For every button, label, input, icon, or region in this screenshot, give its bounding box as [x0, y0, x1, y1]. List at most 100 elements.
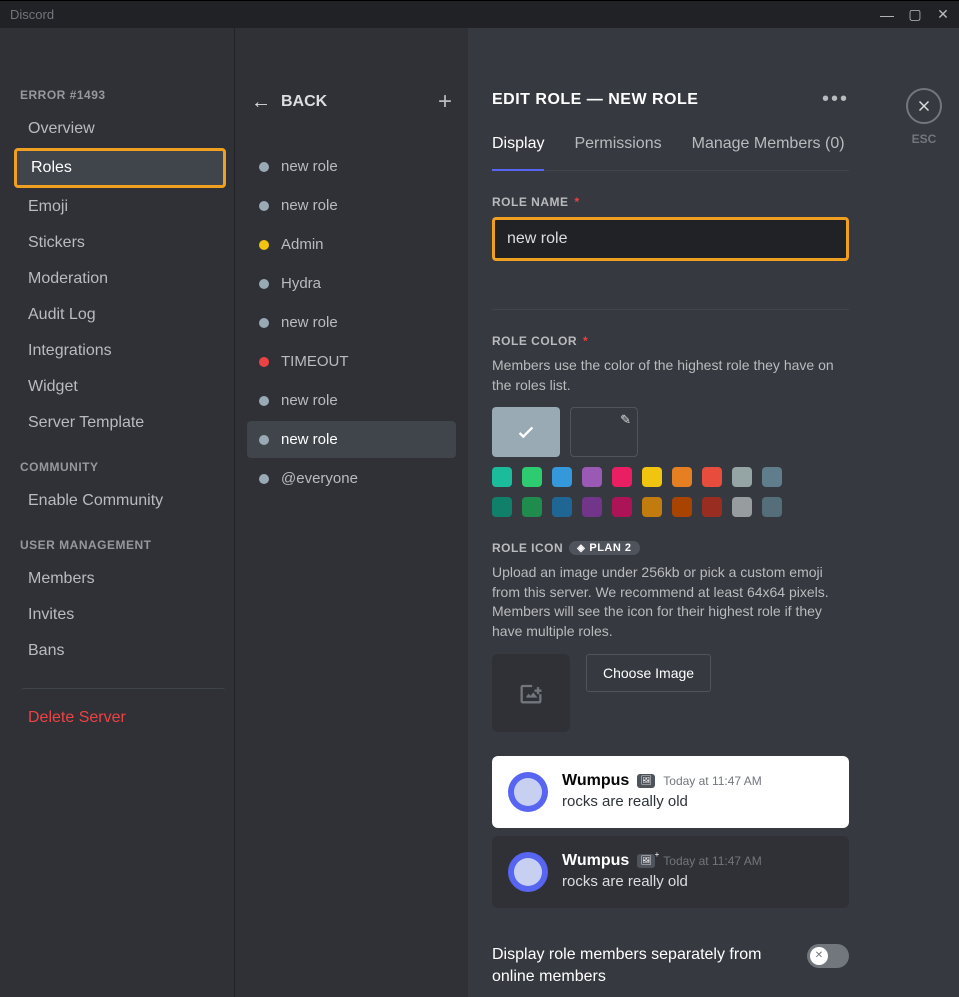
color-swatch[interactable] [642, 497, 662, 517]
role-item[interactable]: Admin [247, 226, 456, 263]
preview-username: Wumpus [562, 852, 629, 870]
close-button[interactable]: ✕ [929, 3, 957, 27]
color-swatch[interactable] [732, 467, 752, 487]
role-item[interactable]: @everyone [247, 460, 456, 497]
close-settings-button[interactable] [906, 88, 942, 124]
role-icon-badge: 🖼+ [637, 774, 655, 788]
role-color-dot [259, 201, 269, 211]
role-name-label: ROLE NAME* [492, 195, 849, 209]
sidebar-item-invites[interactable]: Invites [20, 598, 226, 632]
more-menu-icon[interactable]: ••• [822, 88, 849, 111]
choose-image-button[interactable]: Choose Image [586, 654, 711, 692]
plan-badge: ◈PLAN 2 [569, 541, 639, 555]
icon-upload-dropzone[interactable] [492, 654, 570, 732]
preview-message: rocks are really old [562, 792, 762, 812]
color-swatch[interactable] [492, 497, 512, 517]
tab-manage[interactable]: Manage Members (0) [692, 135, 845, 170]
role-name-label: TIMEOUT [281, 353, 349, 370]
window-controls: — ▢ ✕ [873, 3, 957, 27]
sidebar-item-enable-community[interactable]: Enable Community [20, 484, 226, 518]
sidebar-item-roles[interactable]: Roles [14, 148, 226, 188]
default-color-button[interactable] [492, 407, 560, 457]
color-swatch[interactable] [672, 467, 692, 487]
role-name-label: new role [281, 158, 338, 175]
role-item[interactable]: new role [247, 382, 456, 419]
sidebar-item-server-template[interactable]: Server Template [20, 406, 226, 440]
check-icon [515, 421, 537, 443]
add-role-button[interactable]: + [438, 88, 452, 116]
color-swatch[interactable] [702, 467, 722, 487]
close-icon [915, 97, 933, 115]
gem-icon: ◈ [577, 543, 585, 554]
role-item[interactable]: new role [247, 421, 456, 458]
color-swatch[interactable] [522, 467, 542, 487]
titlebar: Discord — ▢ ✕ [0, 0, 959, 28]
server-name-header: ERROR #1493 [20, 88, 226, 102]
preview-username: Wumpus [562, 772, 629, 790]
sidebar-item-widget[interactable]: Widget [20, 370, 226, 404]
pencil-icon: ✎ [620, 412, 631, 428]
settings-sidebar: ERROR #1493 OverviewRolesEmojiStickersMo… [0, 28, 234, 997]
color-swatch[interactable] [762, 467, 782, 487]
app-title: Discord [10, 7, 54, 22]
role-item[interactable]: Hydra [247, 265, 456, 302]
back-label: BACK [281, 93, 327, 111]
color-swatch[interactable] [582, 467, 602, 487]
role-item[interactable]: new role [247, 148, 456, 185]
role-item[interactable]: new role [247, 304, 456, 341]
role-name-label: new role [281, 431, 338, 448]
role-item[interactable]: new role [247, 187, 456, 224]
page-title: EDIT ROLE — NEW ROLE [492, 91, 698, 109]
sidebar-item-moderation[interactable]: Moderation [20, 262, 226, 296]
sidebar-item-members[interactable]: Members [20, 562, 226, 596]
color-swatch[interactable] [702, 497, 722, 517]
avatar [508, 772, 548, 812]
tab-display[interactable]: Display [492, 135, 544, 171]
role-icon-desc: Upload an image under 256kb or pick a cu… [492, 563, 849, 641]
sidebar-item-emoji[interactable]: Emoji [20, 190, 226, 224]
sidebar-item-stickers[interactable]: Stickers [20, 226, 226, 260]
maximize-button[interactable]: ▢ [901, 3, 929, 27]
delete-server-button[interactable]: Delete Server [20, 688, 226, 735]
display-separately-label: Display role members separately from onl… [492, 944, 787, 989]
color-swatch[interactable] [552, 467, 572, 487]
role-name-label: new role [281, 392, 338, 409]
role-color-dot [259, 357, 269, 367]
esc-label: ESC [912, 132, 937, 146]
color-swatch[interactable] [642, 467, 662, 487]
sidebar-item-overview[interactable]: Overview [20, 112, 226, 146]
custom-color-button[interactable]: ✎ [570, 407, 638, 457]
color-swatch[interactable] [552, 497, 572, 517]
community-header: COMMUNITY [20, 460, 226, 474]
role-item[interactable]: TIMEOUT [247, 343, 456, 380]
preview-timestamp: Today at 11:47 AM [663, 854, 762, 868]
sidebar-item-bans[interactable]: Bans [20, 634, 226, 668]
back-button[interactable]: ← BACK [251, 91, 327, 114]
color-swatch[interactable] [732, 497, 752, 517]
tab-permissions[interactable]: Permissions [574, 135, 661, 170]
preview-timestamp: Today at 11:47 AM [663, 774, 762, 788]
arrow-left-icon: ← [251, 91, 271, 114]
role-color-desc: Members use the color of the highest rol… [492, 356, 849, 395]
role-name-label: Hydra [281, 275, 321, 292]
avatar [508, 852, 548, 892]
sidebar-item-integrations[interactable]: Integrations [20, 334, 226, 368]
role-color-dot [259, 240, 269, 250]
role-color-dot [259, 162, 269, 172]
color-swatch[interactable] [612, 497, 632, 517]
preview-message: rocks are really old [562, 872, 762, 892]
color-swatch[interactable] [612, 467, 632, 487]
color-swatch[interactable] [492, 467, 512, 487]
color-swatch[interactable] [762, 497, 782, 517]
color-swatch[interactable] [582, 497, 602, 517]
sidebar-item-audit-log[interactable]: Audit Log [20, 298, 226, 332]
color-swatch[interactable] [672, 497, 692, 517]
role-name-label: new role [281, 314, 338, 331]
minimize-button[interactable]: — [873, 3, 901, 27]
role-name-input[interactable] [492, 217, 849, 261]
image-plus-icon [517, 679, 545, 707]
display-separately-toggle[interactable] [807, 944, 849, 968]
toggle-knob [810, 947, 828, 965]
edit-role-pane: EDIT ROLE — NEW ROLE ••• Display Permissi… [468, 28, 889, 997]
color-swatch[interactable] [522, 497, 542, 517]
